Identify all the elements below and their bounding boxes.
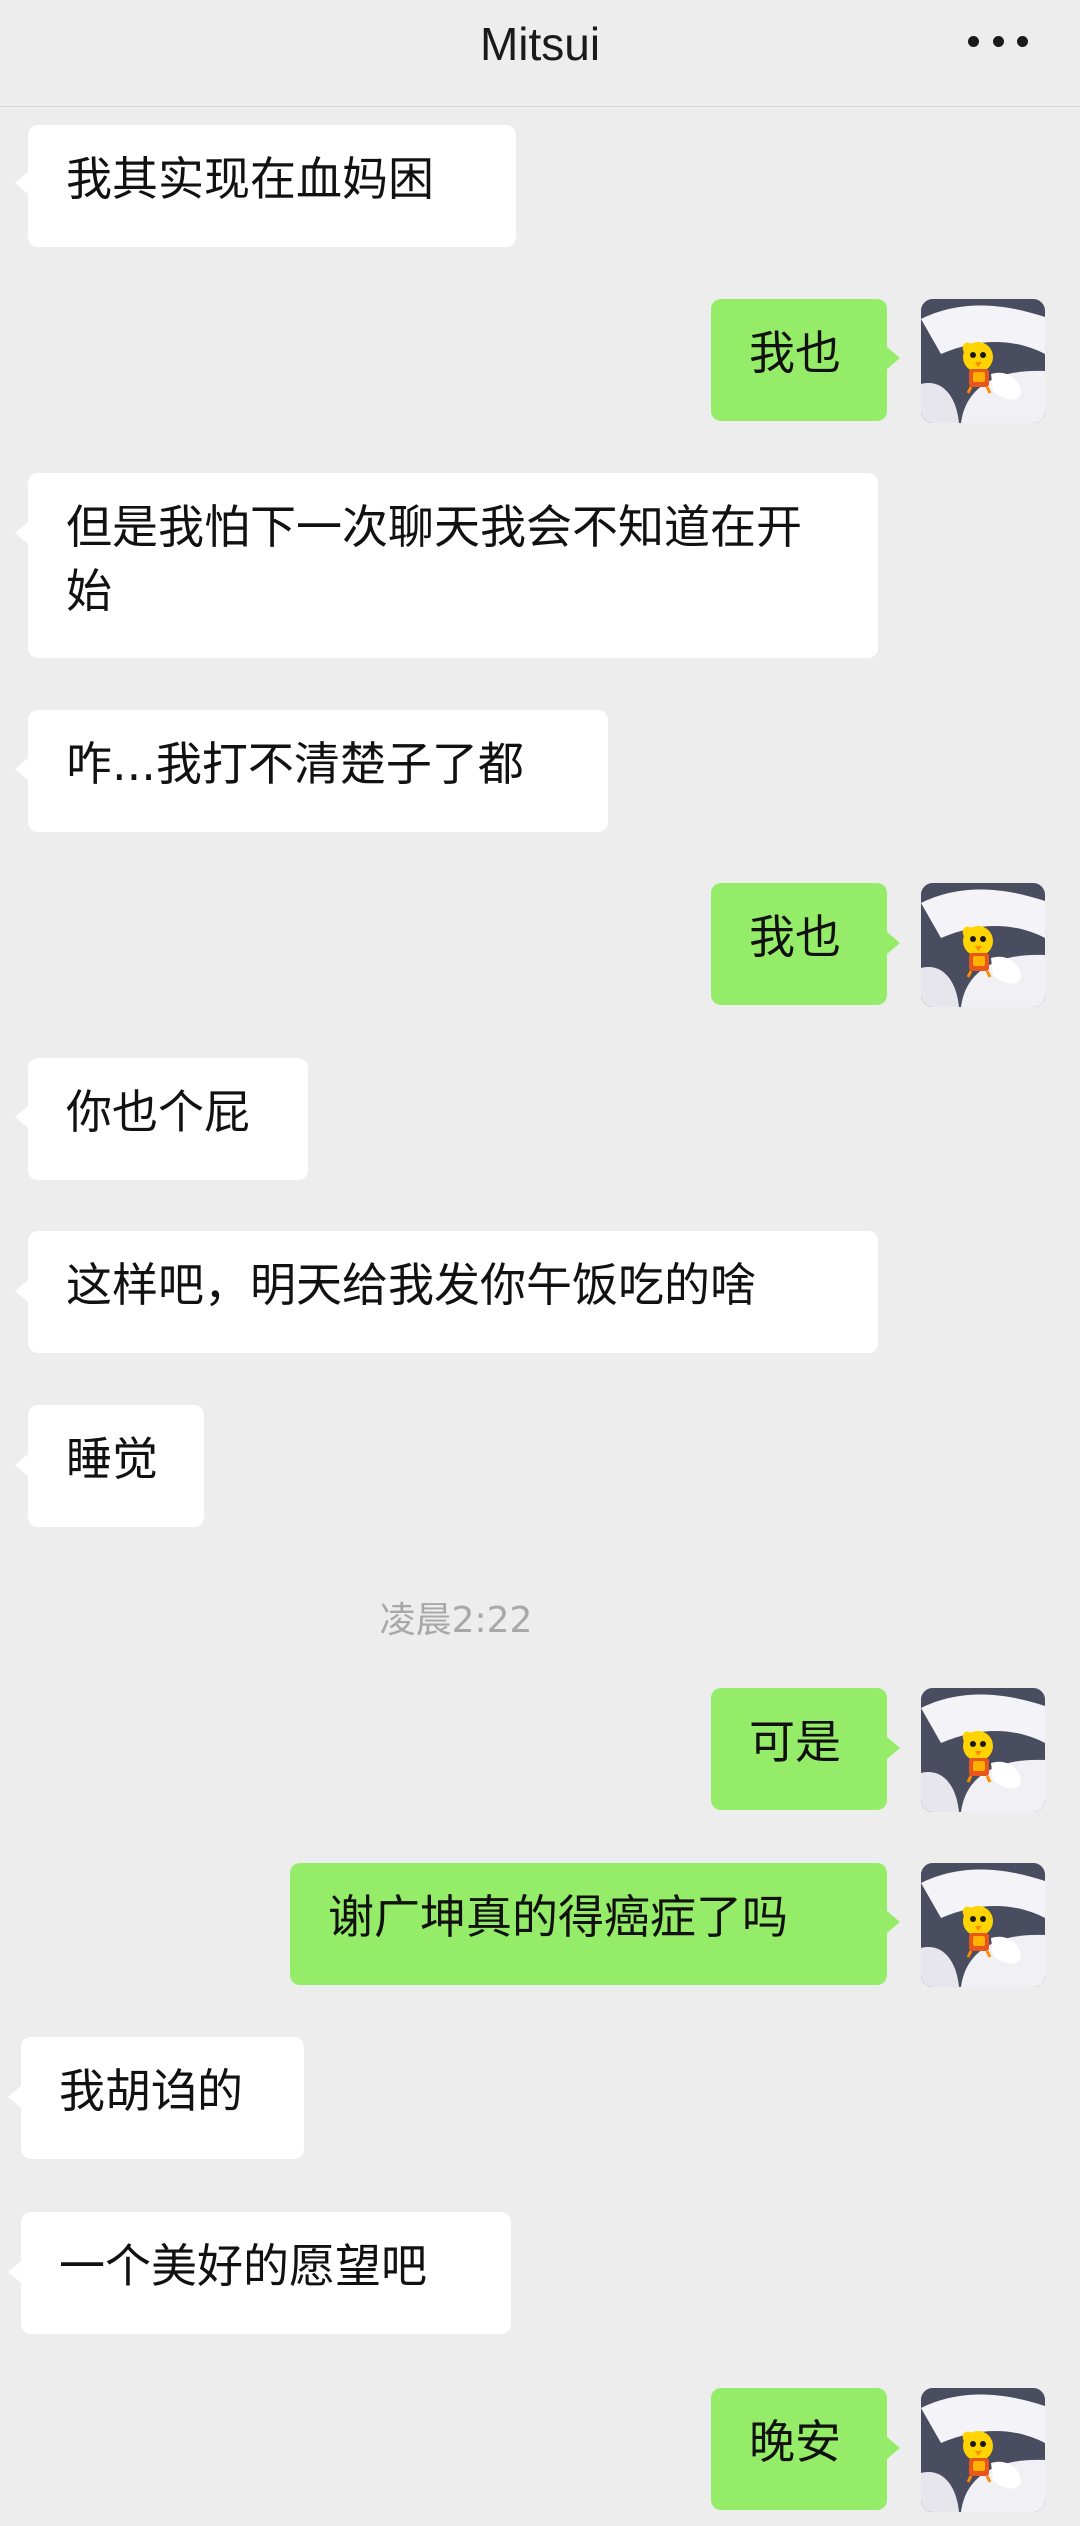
bubble-tail — [887, 347, 900, 369]
message-bubble[interactable]: 我也 — [711, 883, 887, 1005]
message-bubble[interactable]: 一个美好的愿望吧 — [21, 2212, 511, 2334]
cartoon-bird-avatar-icon[interactable] — [921, 1688, 1045, 1812]
message-bubble[interactable]: 我胡诌的 — [21, 2037, 304, 2159]
cartoon-bird-avatar-icon[interactable] — [921, 883, 1045, 1007]
more-dots-icon[interactable] — [968, 26, 1028, 56]
bubble-tail — [887, 1737, 900, 1759]
message-bubble[interactable]: 这样吧，明天给我发你午饭吃的啥 — [28, 1231, 878, 1353]
chat-title: Mitsui — [479, 18, 601, 70]
bubble-tail — [15, 758, 28, 780]
timestamp: 凌晨2:22 — [379, 1600, 533, 1641]
bubble-tail — [15, 522, 28, 544]
cartoon-bird-avatar-icon[interactable] — [921, 299, 1045, 423]
bubble-tail — [887, 932, 900, 954]
bubble-tail — [15, 1280, 28, 1302]
bubble-tail — [15, 1454, 28, 1476]
message-bubble[interactable]: 咋...我打不清楚子了都 — [28, 710, 608, 832]
bubble-tail — [15, 1106, 28, 1128]
message-bubble[interactable]: 谢广坤真的得癌症了吗 — [290, 1863, 887, 1985]
bubble-tail — [8, 2086, 21, 2108]
bubble-tail — [887, 2437, 900, 2459]
message-bubble[interactable]: 我其实现在血妈困 — [28, 125, 516, 247]
message-bubble[interactable]: 可是 — [711, 1688, 887, 1810]
cartoon-bird-avatar-icon[interactable] — [921, 1863, 1045, 1987]
bubble-tail — [887, 1911, 900, 1933]
message-bubble[interactable]: 我也 — [711, 299, 887, 421]
cartoon-bird-avatar-icon[interactable] — [921, 2388, 1045, 2512]
chat-header: Mitsui — [0, 0, 1080, 107]
bubble-tail — [8, 2261, 21, 2283]
message-bubble[interactable]: 但是我怕下一次聊天我会不知道在开始 — [28, 473, 878, 658]
message-bubble[interactable]: 你也个屁 — [28, 1058, 308, 1180]
message-bubble[interactable]: 晚安 — [711, 2388, 887, 2510]
message-bubble[interactable]: 睡觉 — [28, 1405, 204, 1527]
bubble-tail — [15, 172, 28, 194]
